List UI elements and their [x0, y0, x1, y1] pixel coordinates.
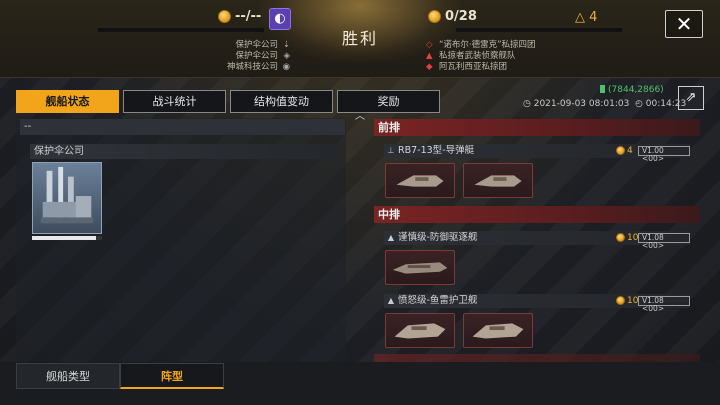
battle-datetime: 2021-09-03 08:01:03 [533, 99, 630, 109]
ship-cost: 10 [616, 231, 638, 245]
right-team-item: ▲ 私掠者武装侦察舰队 [426, 51, 606, 62]
triangle-count-value: 4 [589, 10, 598, 25]
ship-cost: 4 [616, 144, 633, 158]
left-progress-bar [98, 28, 264, 32]
right-progress-bar [456, 28, 622, 32]
ship-row[interactable]: ⊥ RB7-13型-导弹艇 4 V1.00 <00> [384, 144, 690, 163]
left-team-item: 神城科技公司 ◉ [220, 62, 290, 73]
tab-battle-stats[interactable]: 战斗统计 [123, 90, 226, 113]
ship-version: V1.08 <00> [638, 296, 690, 313]
frigate-icon [394, 323, 446, 339]
coordinates-value: (7844,2866) [608, 85, 664, 95]
right-team-name: 私掠者武装侦察舰队 [439, 51, 516, 61]
left-fleet-header: -- [20, 119, 345, 135]
timer-icon: ◴ [635, 99, 643, 109]
frigate-icon [472, 323, 524, 339]
ship-cost-value: 10 [627, 233, 639, 243]
collapse-chevron-up-icon[interactable]: ︿ [353, 112, 367, 122]
ship-version: V1.08 <00> [638, 233, 690, 250]
chevron-icon: ⇣ [282, 40, 290, 50]
right-team-name: 阿瓦利西亚私掠团 [439, 62, 508, 72]
tab-structure-change[interactable]: 结构值变动 [230, 90, 333, 113]
flag-icon [600, 85, 605, 93]
diamond-icon: ◇ [426, 40, 433, 50]
ship-row[interactable]: ▲ 愤怒级-鱼雷护卫舰 10 V1.08 <00> [384, 294, 690, 313]
bottom-tab-ship-type[interactable]: 舰船类型 [16, 363, 120, 389]
ship-type-icon: ⊥ [387, 146, 395, 155]
battle-time: ◷ 2021-09-03 08:01:03 ◴ 00:14:23 [523, 99, 686, 109]
right-team-name: “诺布尔·德雷克”私掠四团 [439, 40, 536, 50]
fleet-company-label: 保护伞公司 [30, 144, 335, 159]
right-team-item: ◆ 阿瓦利西亚私掠团 [426, 62, 606, 73]
left-team-name: 神城科技公司 [226, 62, 278, 72]
coin-icon [616, 296, 625, 305]
coin-icon [616, 146, 625, 155]
ship-cost-value: 4 [627, 146, 633, 156]
ship-hp-bar [32, 236, 102, 240]
ship-cost-value: 10 [627, 296, 639, 306]
right-team-list: ◇ “诺布尔·德雷克”私掠四团 ▲ 私掠者武装侦察舰队 ◆ 阿瓦利西亚私掠团 [426, 40, 606, 73]
left-team-item: 保护伞公司 ◈ [220, 51, 290, 62]
module-card[interactable] [463, 313, 533, 348]
left-team-name: 保护伞公司 [235, 40, 278, 50]
module-card[interactable] [385, 250, 455, 285]
ship-type-icon: ▲ [387, 233, 395, 242]
share-icon: ⇗ [685, 90, 697, 105]
coin-icon [616, 233, 625, 242]
ship-image-icon [40, 166, 94, 224]
triangle-count: △ 4 [575, 10, 598, 25]
ship-type-icon: ▲ [387, 296, 395, 305]
module-card[interactable] [385, 163, 455, 198]
section-front-row: 前排 [374, 119, 700, 136]
coordinates[interactable]: (7844,2866) [600, 85, 664, 95]
result-title: 胜利 [341, 29, 378, 48]
ship-row[interactable]: ▲ 谨慎级-防御驱逐舰 10 V1.08 <00> [384, 231, 690, 250]
right-score: 0/28 [428, 9, 477, 24]
close-button[interactable]: ✕ [665, 10, 703, 38]
coin-icon [428, 10, 441, 23]
missile-boat-icon [396, 175, 444, 187]
ship-version: V1.00 <00> [638, 146, 690, 163]
left-score-value: --/-- [235, 9, 262, 24]
missile-boat-icon [474, 175, 522, 187]
clock-icon: ◷ [523, 99, 531, 109]
warning-icon: ▲ [426, 51, 433, 61]
module-card[interactable] [463, 163, 533, 198]
left-team-list: 保护伞公司 ⇣ 保护伞公司 ◈ 神城科技公司 ◉ [220, 40, 290, 73]
ship-name: 谨慎级-防御驱逐舰 [398, 232, 478, 243]
left-score: --/-- [218, 9, 261, 24]
diamond-icon: ◈ [283, 51, 290, 61]
tab-ship-status[interactable]: 舰船状态 [16, 90, 119, 113]
shield-icon: ◆ [426, 62, 433, 72]
faction-emblem-icon: ◐ [269, 8, 291, 30]
left-team-item: 保护伞公司 ⇣ [220, 40, 290, 51]
module-card[interactable] [385, 313, 455, 348]
ship-name: 愤怒级-鱼雷护卫舰 [398, 295, 478, 306]
share-button[interactable]: ⇗ [678, 86, 704, 110]
tab-rewards[interactable]: 奖励 [337, 90, 440, 113]
bottom-tab-formation[interactable]: 阵型 [120, 363, 224, 389]
right-team-item: ◇ “诺布尔·德雷克”私掠四团 [426, 40, 606, 51]
destroyer-icon [392, 262, 448, 274]
right-score-value: 0/28 [445, 9, 477, 24]
left-team-name: 保护伞公司 [235, 51, 278, 61]
ship-cost: 10 [616, 294, 638, 308]
coin-icon [218, 10, 231, 23]
section-middle-row: 中排 [374, 206, 700, 223]
ship-hp-fill [32, 236, 97, 240]
ship-card[interactable] [32, 162, 102, 234]
shield-icon: ◉ [282, 62, 290, 72]
ship-name: RB7-13型-导弹艇 [398, 145, 475, 156]
